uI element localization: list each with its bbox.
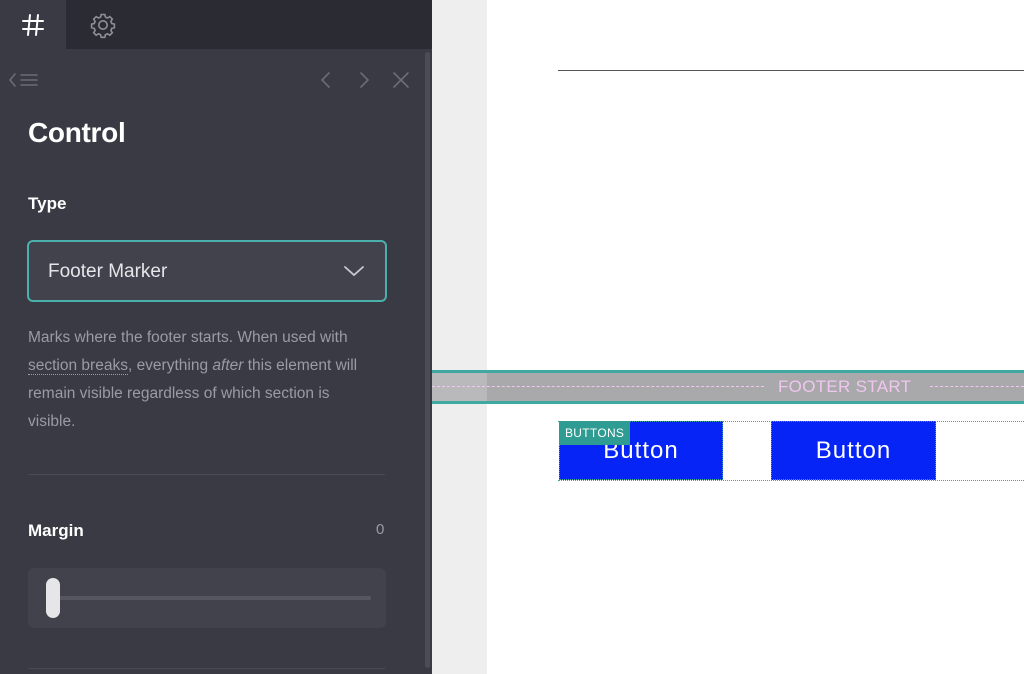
chevron-right-icon	[360, 72, 370, 88]
panel-title: Control	[28, 117, 126, 148]
panel-scrollbar[interactable]	[425, 52, 430, 668]
tab-controls[interactable]	[0, 0, 66, 49]
chevron-down-icon	[344, 266, 364, 277]
back-to-list-button[interactable]	[6, 66, 46, 94]
close-panel-button[interactable]	[389, 66, 413, 94]
margin-slider[interactable]	[28, 568, 386, 628]
panel-tab-bar	[0, 0, 432, 49]
horizontal-rule[interactable]	[558, 70, 1024, 71]
margin-label: Margin	[28, 521, 84, 540]
next-element-button[interactable]	[352, 66, 376, 94]
previous-element-button[interactable]	[314, 66, 338, 94]
footer-marker-element[interactable]: FOOTER START	[432, 370, 1024, 404]
section-divider	[28, 668, 385, 669]
canvas-button-2[interactable]: Button	[771, 421, 936, 480]
hash-icon	[22, 13, 44, 36]
back-list-icon	[8, 73, 38, 87]
panel-navigation	[0, 66, 432, 94]
margin-value: 0	[376, 521, 385, 538]
buttons-tag[interactable]: BUTTONS	[559, 421, 631, 445]
footer-marker-dash	[930, 386, 1024, 387]
footer-marker-dash	[432, 386, 764, 387]
section-divider	[28, 474, 385, 475]
type-select-value: Footer Marker	[48, 261, 168, 282]
close-icon	[393, 72, 409, 88]
type-description: Marks where the footer starts. When used…	[28, 324, 378, 436]
slider-track	[48, 596, 371, 600]
footer-marker-gutter	[432, 373, 487, 401]
page-canvas	[487, 0, 1024, 674]
type-label: Type	[28, 194, 67, 213]
chevron-left-icon	[320, 72, 330, 88]
section-breaks-link[interactable]: section breaks	[28, 357, 128, 375]
canvas-gutter	[432, 0, 487, 674]
tab-settings[interactable]	[70, 0, 136, 49]
description-emphasis: after	[212, 357, 244, 374]
description-text: , everything	[127, 357, 213, 374]
slider-thumb[interactable]	[46, 578, 60, 618]
gear-icon	[90, 13, 116, 38]
type-select[interactable]: Footer Marker	[27, 240, 387, 302]
control-panel: Control Type Footer Marker Marks where t…	[0, 0, 432, 674]
description-text: Marks where the footer starts. When used…	[28, 329, 348, 346]
footer-marker-label: FOOTER START	[778, 377, 912, 396]
